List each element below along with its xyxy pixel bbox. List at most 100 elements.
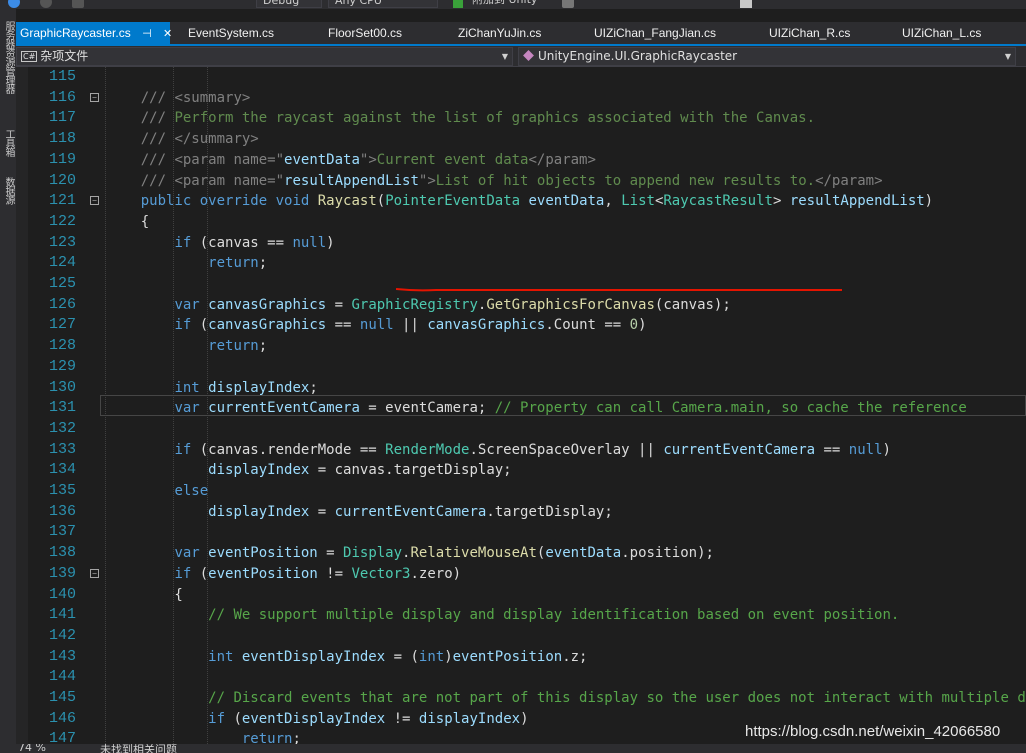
code-line[interactable]: 145 // Discard events that are not part … <box>28 688 1026 709</box>
play-icon[interactable] <box>453 0 463 8</box>
chevron-down-icon: ▼ <box>1004 52 1011 61</box>
code-line[interactable]: 124 return; <box>28 253 1026 274</box>
code-line[interactable]: 126 var canvasGraphics = GraphicRegistry… <box>28 295 1026 316</box>
code-line[interactable]: 117 /// Perform the raycast against the … <box>28 108 1026 129</box>
line-number: 118 <box>48 130 76 148</box>
line-number: 115 <box>48 68 76 85</box>
line-number: 124 <box>48 254 76 272</box>
line-number: 143 <box>48 647 76 665</box>
platform-select[interactable]: Any CPU <box>328 0 438 8</box>
line-number: 125 <box>48 275 76 292</box>
code-text: var canvasGraphics = GraphicRegistry.Get… <box>174 296 731 313</box>
code-line[interactable]: 121 − public override void Raycast(Pointe… <box>28 191 1026 212</box>
tab-graphicraycaster[interactable]: GraphicRaycaster.cs ⊣ ✕ <box>16 22 172 45</box>
code-line[interactable]: 143 int eventDisplayIndex = (int)eventPo… <box>28 647 1026 668</box>
tab-zichanyujin[interactable]: ZiChanYuJin.cs <box>458 22 541 44</box>
bookmark-icon[interactable] <box>740 0 752 8</box>
code-line[interactable]: 138 var eventPosition = Display.Relative… <box>28 543 1026 564</box>
line-number: 145 <box>48 689 76 706</box>
tab-eventsystem[interactable]: EventSystem.cs <box>188 22 274 44</box>
code-text: displayIndex = canvas.targetDisplay; <box>208 462 512 479</box>
code-text: return; <box>208 338 268 355</box>
line-number: 128 <box>48 337 76 355</box>
tab-floorset00[interactable]: FloorSet00.cs <box>328 22 402 44</box>
toolbox-tab[interactable]: 工具箱 <box>1 129 15 156</box>
code-text: /// Perform the raycast against the list… <box>140 110 816 127</box>
line-number: 122 <box>48 212 76 230</box>
code-line[interactable]: 129 <box>28 357 1026 378</box>
code-text: /// <param name="eventData">Current even… <box>140 151 596 168</box>
code-text: public override void Raycast(PointerEven… <box>140 193 934 210</box>
line-number: 147 <box>48 730 76 744</box>
code-line[interactable]: 139 − if (eventPosition != Vector3.zero) <box>28 564 1026 585</box>
line-number: 141 <box>48 606 76 624</box>
tab-uizichan-l[interactable]: UIZiChan_L.cs <box>902 22 981 44</box>
code-line[interactable]: 116 − /// <summary> <box>28 88 1026 109</box>
code-line[interactable]: 140 { <box>28 585 1026 606</box>
code-text: if (eventDisplayIndex != displayIndex) <box>208 710 529 727</box>
tab-uizichan-r[interactable]: UIZiChan_R.cs <box>769 22 850 44</box>
line-number: 131 <box>48 399 76 417</box>
type-name: UnityEngine.UI.GraphicRaycaster <box>538 49 738 63</box>
code-text: // Discard events that are not part of t… <box>208 690 1026 706</box>
type-select[interactable]: UnityEngine.UI.GraphicRaycaster ▼ <box>518 47 1016 66</box>
attach-button[interactable]: 附加到 Unity <box>466 0 546 8</box>
search-icon[interactable] <box>562 0 574 8</box>
server-explorer-tab[interactable]: 服务器资源管理器 <box>1 21 15 93</box>
tab-uizichan-fangjian[interactable]: UIZiChan_FangJian.cs <box>594 22 716 44</box>
code-line[interactable]: 142 <box>28 626 1026 647</box>
data-sources-tab[interactable]: 数据源 <box>1 177 15 204</box>
collapse-icon[interactable]: − <box>90 196 99 206</box>
code-text: var eventPosition = Display.RelativeMous… <box>174 545 714 562</box>
code-text: if (canvas == null) <box>174 234 335 251</box>
code-line[interactable]: 123 if (canvas == null) <box>28 233 1026 254</box>
code-line[interactable]: 130 int displayIndex; <box>28 378 1026 399</box>
line-number: 129 <box>48 357 76 375</box>
code-text: if (canvas.renderMode == RenderMode.Scre… <box>174 441 891 458</box>
code-text: else <box>174 483 209 499</box>
line-number: 142 <box>48 626 76 644</box>
back-icon[interactable] <box>8 0 20 8</box>
project-select[interactable]: C# 杂项文件 ▼ <box>16 47 513 66</box>
line-number: 133 <box>48 440 76 458</box>
config-select[interactable]: Debug <box>256 0 322 8</box>
new-file-icon[interactable] <box>72 0 84 8</box>
code-line[interactable]: 122 { <box>28 212 1026 233</box>
line-number: 121 <box>48 192 76 210</box>
line-number: 127 <box>48 316 76 334</box>
code-line[interactable]: 144 <box>28 667 1026 688</box>
code-line[interactable]: 136 displayIndex = currentEventCamera.ta… <box>28 502 1026 523</box>
code-line[interactable]: 137 <box>28 522 1026 543</box>
pin-icon[interactable]: ⊣ <box>142 23 152 45</box>
code-line[interactable]: 120 /// <param name="resultAppendList">L… <box>28 171 1026 192</box>
line-number: 132 <box>48 419 76 437</box>
code-line[interactable]: 127 if (canvasGraphics == null || canvas… <box>28 315 1026 336</box>
code-line[interactable]: 135 else <box>28 481 1026 502</box>
code-line[interactable]: 134 displayIndex = canvas.targetDisplay; <box>28 460 1026 481</box>
code-line[interactable]: 115 <box>28 67 1026 88</box>
forward-icon[interactable] <box>40 0 52 8</box>
close-icon[interactable]: ✕ <box>163 23 172 45</box>
collapse-icon[interactable]: − <box>90 568 99 578</box>
class-icon <box>523 50 534 61</box>
code-line[interactable]: 141 // We support multiple display and d… <box>28 605 1026 626</box>
issues-status[interactable]: 未找到相关问题 <box>100 744 177 753</box>
code-text: return; <box>241 731 301 744</box>
code-text: /// <param name="resultAppendList">List … <box>140 172 883 189</box>
line-number: 135 <box>48 482 76 499</box>
code-text: /// </summary> <box>140 131 259 148</box>
code-text: return; <box>208 255 268 272</box>
code-text: { <box>107 586 183 603</box>
code-line[interactable]: 131 var currentEventCamera = eventCamera… <box>28 398 1026 419</box>
collapse-icon[interactable]: − <box>90 92 99 102</box>
code-editor[interactable]: 115 116 − /// <summary> 117 /// Perform the… <box>16 67 1026 744</box>
code-text: // We support multiple display and displ… <box>208 607 900 624</box>
tab-label: GraphicRaycaster.cs <box>20 26 131 40</box>
line-number: 140 <box>48 585 76 603</box>
code-line[interactable]: 118 /// </summary> <box>28 129 1026 150</box>
zoom-level[interactable]: 74 % <box>18 744 46 753</box>
code-line[interactable]: 132 <box>28 419 1026 440</box>
code-line[interactable]: 128 return; <box>28 336 1026 357</box>
code-line[interactable]: 133 if (canvas.renderMode == RenderMode.… <box>28 440 1026 461</box>
code-line[interactable]: 119 /// <param name="eventData">Current … <box>28 150 1026 171</box>
